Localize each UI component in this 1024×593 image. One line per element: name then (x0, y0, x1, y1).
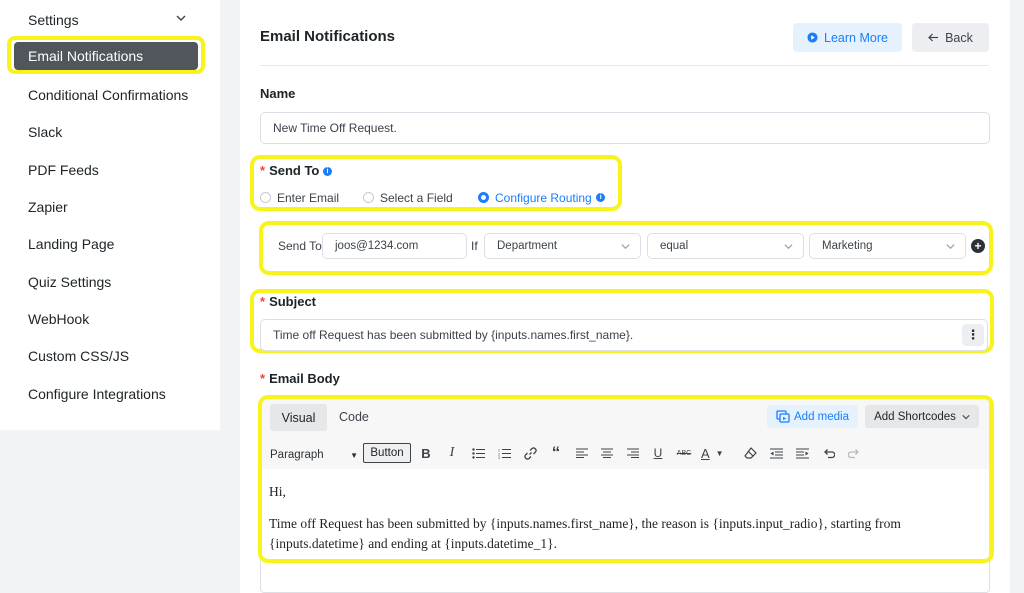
sidebar-item-quiz-settings[interactable]: Quiz Settings (28, 271, 111, 293)
learn-more-label: Learn More (824, 30, 888, 45)
chevron-down-icon (784, 243, 793, 249)
info-icon[interactable]: i (323, 167, 332, 177)
subject-input[interactable]: Time off Request has been submitted by {… (260, 319, 988, 351)
radio-button[interactable] (363, 192, 374, 204)
subject-label: Subject (269, 294, 317, 309)
routing-if-label: If (471, 239, 478, 253)
sidebar-settings-header[interactable]: Settings (28, 9, 79, 31)
routing-email-input[interactable]: joos@1234.com (322, 233, 467, 259)
required-marker: * (260, 163, 266, 178)
routing-field-select[interactable]: Department (484, 233, 641, 259)
sidebar-item-email-notifications[interactable]: Email Notifications (14, 42, 198, 70)
radio-enter-email[interactable]: Enter Email (260, 189, 339, 207)
chevron-down-icon (621, 243, 630, 249)
name-label: Name (260, 86, 296, 101)
info-icon[interactable]: i (596, 193, 606, 203)
required-marker: * (260, 371, 266, 386)
email-body-label: Email Body (269, 371, 340, 386)
sidebar: Settings Email Notifications Conditional… (0, 0, 220, 430)
highlight-box (258, 395, 994, 563)
name-input[interactable]: New Time Off Request. (260, 112, 990, 144)
page-title: Email Notifications (260, 28, 396, 45)
chevron-down-icon[interactable] (176, 13, 186, 23)
send-to-label-row: * Send To i (260, 163, 332, 178)
routing-value-select[interactable]: Marketing (809, 233, 966, 259)
subject-label-row: * Subject (260, 294, 316, 309)
sidebar-item-pdf-feeds[interactable]: PDF Feeds (28, 159, 99, 181)
radio-configure-routing[interactable]: Configure Routing i (478, 189, 606, 207)
sidebar-item-conditional-confirmations[interactable]: Conditional Confirmations (28, 84, 188, 106)
radio-button-selected[interactable] (478, 192, 489, 204)
sidebar-item-slack[interactable]: Slack (28, 121, 62, 143)
main-panel: Email Notifications Learn More Back Name… (240, 0, 1010, 593)
play-circle-icon (807, 32, 818, 43)
learn-more-button[interactable]: Learn More (793, 23, 902, 52)
kebab-menu-icon[interactable]: ⋮ (962, 324, 984, 346)
plus-circle-icon[interactable]: + (971, 239, 985, 253)
arrow-left-icon (928, 33, 939, 42)
radio-button[interactable] (260, 192, 271, 204)
routing-send-to-label: Send To (278, 239, 322, 253)
sidebar-item-configure-integrations[interactable]: Configure Integrations (28, 383, 166, 405)
send-to-label: Send To (269, 163, 320, 178)
radio-select-field[interactable]: Select a Field (363, 189, 453, 207)
back-button[interactable]: Back (912, 23, 989, 52)
radio-label: Configure Routing (495, 190, 592, 205)
radio-label: Enter Email (277, 190, 340, 205)
select-value: Marketing (822, 240, 873, 252)
chevron-down-icon (946, 243, 955, 249)
sidebar-item-custom-css-js[interactable]: Custom CSS/JS (28, 345, 129, 367)
select-value: Department (497, 240, 558, 252)
sidebar-item-zapier[interactable]: Zapier (28, 196, 68, 218)
radio-label: Select a Field (380, 190, 453, 205)
sidebar-item-landing-page[interactable]: Landing Page (28, 233, 114, 255)
select-value: equal (660, 240, 689, 252)
email-body-label-row: * Email Body (260, 371, 340, 386)
header-divider (260, 65, 989, 66)
routing-operator-select[interactable]: equal (647, 233, 804, 259)
back-label: Back (945, 30, 973, 45)
sidebar-item-webhook[interactable]: WebHook (28, 308, 89, 330)
required-marker: * (260, 294, 266, 309)
